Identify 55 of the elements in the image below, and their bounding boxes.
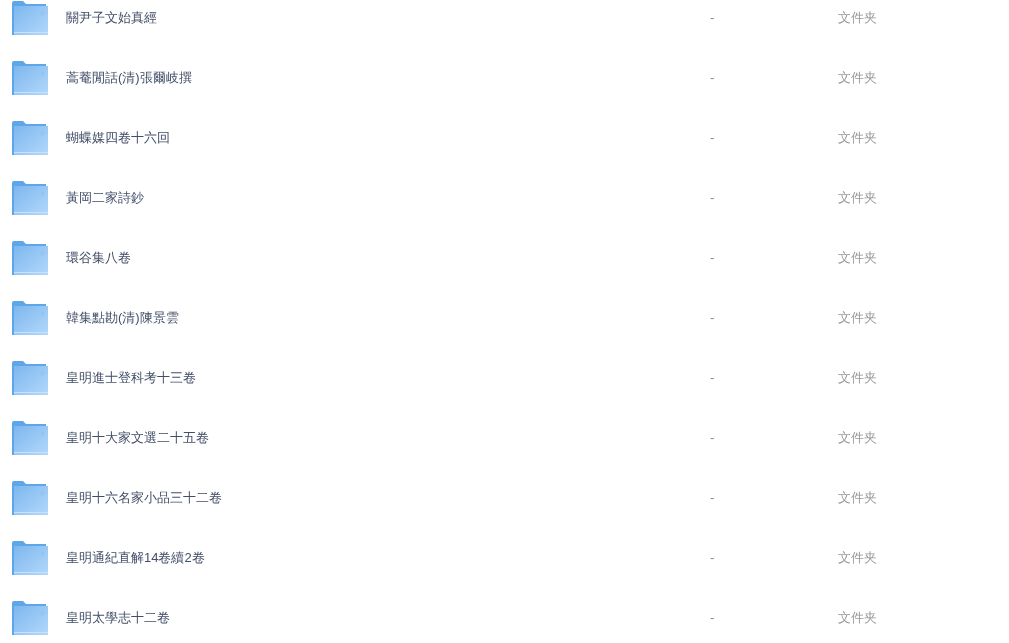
size-value: - (709, 549, 716, 568)
file-row[interactable]: 蒿菴閒話(清)張爾岐撰 - 文件夹 (0, 48, 1009, 108)
folder-name: 韓集點勘(清)陳景雲 (66, 309, 180, 328)
folder-icon (12, 361, 48, 395)
folder-name: 環谷集八卷 (66, 249, 132, 268)
type-label: 文件夹 (838, 189, 877, 208)
type-label: 文件夹 (838, 309, 877, 328)
file-row[interactable]: 皇明通紀直解14卷續2卷 - 文件夹 (0, 528, 1009, 588)
type-label: 文件夹 (838, 249, 877, 268)
file-row[interactable]: 環谷集八卷 - 文件夹 (0, 228, 1009, 288)
file-row[interactable]: 皇明十六名家小品三十二卷 - 文件夹 (0, 468, 1009, 528)
size-value: - (709, 189, 716, 208)
folder-name: 關尹子文始真經 (66, 9, 158, 28)
type-label: 文件夹 (838, 489, 877, 508)
folder-icon (12, 181, 48, 215)
folder-icon (12, 541, 48, 575)
folder-name: 蒿菴閒話(清)張爾岐撰 (66, 69, 193, 88)
type-label: 文件夹 (838, 429, 877, 448)
size-value: - (709, 429, 716, 448)
folder-icon (12, 61, 48, 95)
file-row[interactable]: 皇明進士登科考十三卷 - 文件夹 (0, 348, 1009, 408)
type-label: 文件夹 (838, 369, 877, 388)
type-label: 文件夹 (838, 69, 877, 88)
folder-icon (12, 481, 48, 515)
size-value: - (709, 69, 716, 88)
type-label: 文件夹 (838, 9, 877, 28)
type-label: 文件夹 (838, 609, 877, 628)
size-value: - (709, 309, 716, 328)
file-row[interactable]: 韓集點勘(清)陳景雲 - 文件夹 (0, 288, 1009, 348)
folder-name: 蝴蝶媒四卷十六回 (66, 129, 171, 148)
folder-name: 皇明通紀直解14卷續2卷 (66, 549, 206, 568)
size-value: - (709, 129, 716, 148)
folder-name: 皇明十六名家小品三十二卷 (66, 489, 223, 508)
file-row[interactable]: 關尹子文始真經 - 文件夹 (0, 0, 1009, 48)
folder-name: 黃岡二家詩鈔 (66, 189, 145, 208)
type-label: 文件夹 (838, 549, 877, 568)
folder-icon (12, 241, 48, 275)
file-row[interactable]: 黃岡二家詩鈔 - 文件夹 (0, 168, 1009, 228)
file-row[interactable]: 皇明十大家文選二十五卷 - 文件夹 (0, 408, 1009, 468)
folder-icon (12, 601, 48, 635)
size-value: - (709, 489, 716, 508)
folder-icon (12, 121, 48, 155)
size-value: - (709, 369, 716, 388)
size-value: - (709, 609, 716, 628)
folder-icon (12, 1, 48, 35)
folder-icon (12, 421, 48, 455)
folder-name: 皇明進士登科考十三卷 (66, 369, 197, 388)
folder-name: 皇明太學志十二卷 (66, 609, 171, 628)
folder-name: 皇明十大家文選二十五卷 (66, 429, 210, 448)
folder-icon (12, 301, 48, 335)
type-label: 文件夹 (838, 129, 877, 148)
size-value: - (709, 9, 716, 28)
file-row[interactable]: 皇明太學志十二卷 - 文件夹 (0, 588, 1009, 643)
size-value: - (709, 249, 716, 268)
file-row[interactable]: 蝴蝶媒四卷十六回 - 文件夹 (0, 108, 1009, 168)
